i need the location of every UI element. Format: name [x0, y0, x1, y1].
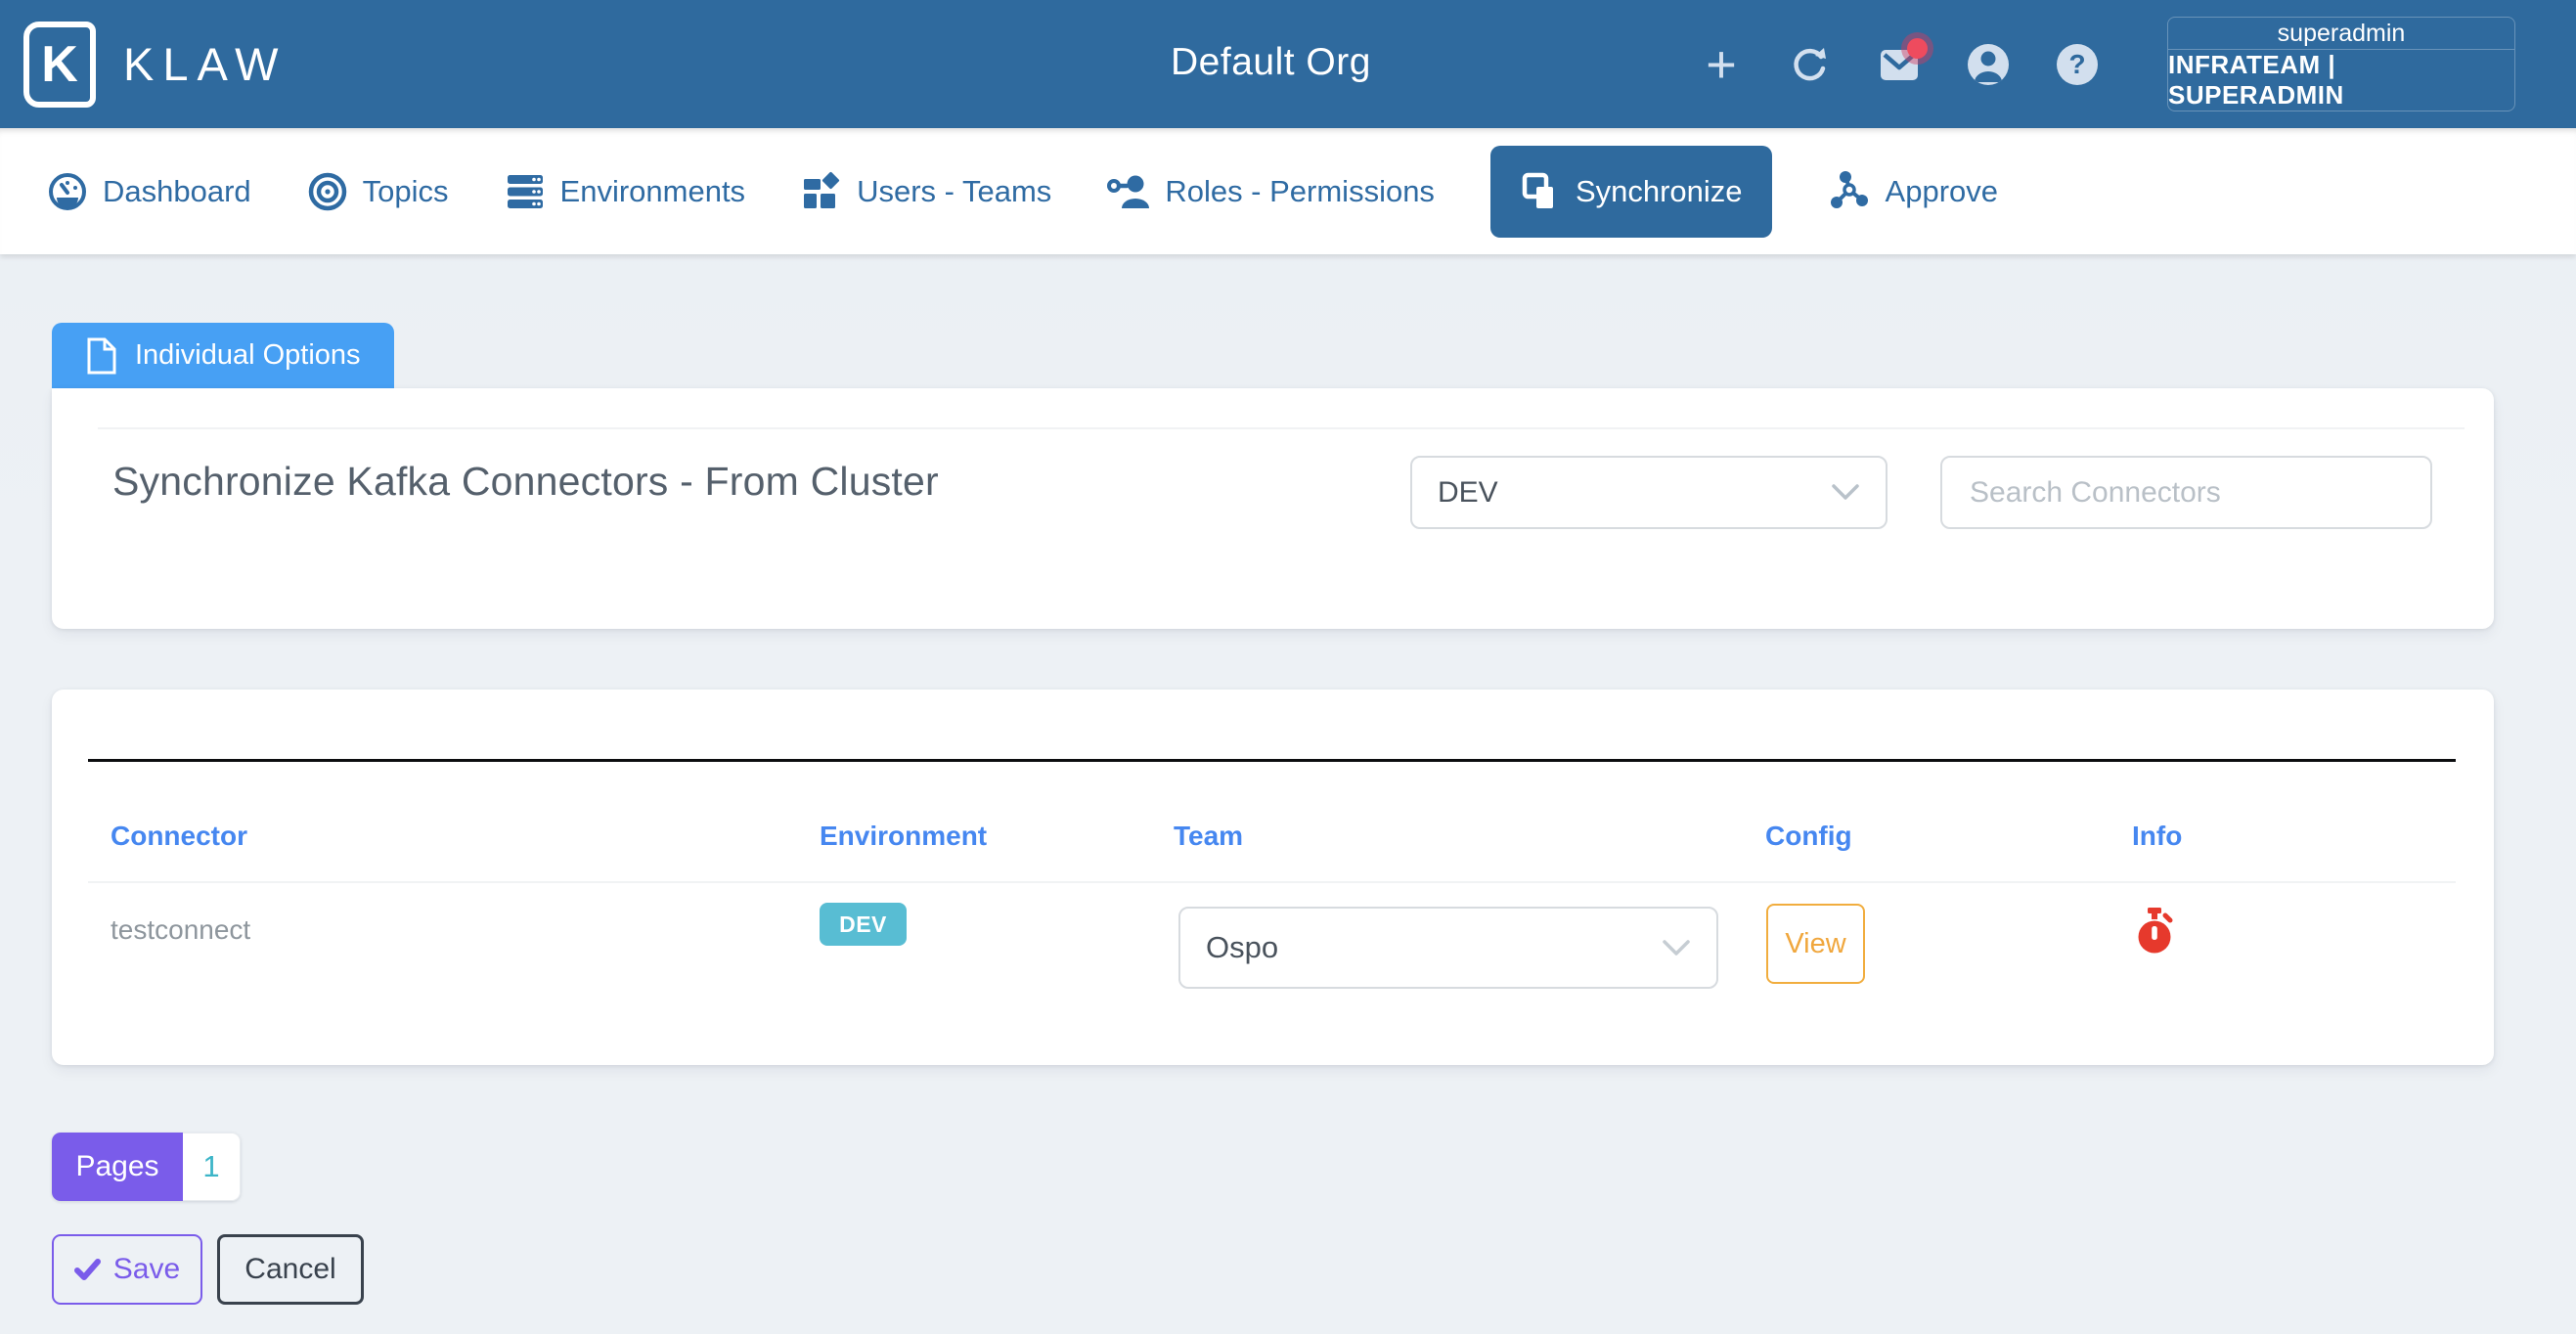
nav-item-label: Approve [1886, 174, 1998, 209]
user-menu[interactable]: superadmin INFRATEAM | SUPERADMIN [2167, 17, 2515, 111]
nav-item-topics[interactable]: Topics [307, 171, 449, 212]
cancel-button[interactable]: Cancel [217, 1234, 364, 1305]
top-navbar: K KLAW Default Org + [0, 0, 2576, 128]
column-header-connector: Connector [111, 821, 247, 852]
nav-item-label: Synchronize [1576, 174, 1743, 209]
klaw-logo[interactable]: K [23, 22, 96, 108]
users-teams-icon [801, 171, 842, 212]
save-button[interactable]: Save [52, 1234, 202, 1305]
nav-item-dashboard[interactable]: Dashboard [47, 171, 251, 212]
nav-item-users-teams[interactable]: Users - Teams [801, 171, 1051, 212]
nav-item-approve[interactable]: Approve [1828, 170, 1998, 213]
roles-permissions-icon [1107, 171, 1150, 212]
info-status-button[interactable] [2132, 907, 2177, 957]
nav-item-label: Roles - Permissions [1165, 174, 1435, 209]
page-content: Individual Options Synchronize Kafka Con… [0, 254, 2576, 1305]
connectors-table-card: Connector Environment Team Config Info t… [52, 689, 2494, 1065]
table-top-rule [88, 759, 2456, 762]
approve-icon [1828, 170, 1871, 213]
column-header-team: Team [1174, 821, 1243, 852]
help-icon: ? [2055, 42, 2100, 87]
notification-badge-dot [1907, 38, 1928, 59]
team-select-value: Ospo [1206, 930, 1278, 965]
view-config-button[interactable]: View [1766, 904, 1865, 984]
row-divider [88, 881, 2456, 883]
environment-badge: DEV [820, 903, 907, 946]
refresh-button[interactable] [1788, 42, 1833, 87]
stopwatch-icon [2132, 907, 2177, 957]
environments-icon [505, 171, 546, 212]
team-role: INFRATEAM | SUPERADMIN [2168, 50, 2514, 111]
page-number[interactable]: 1 [183, 1133, 241, 1201]
file-icon [85, 336, 118, 376]
nav-item-label: Environments [560, 174, 746, 209]
plus-icon: + [1706, 45, 1737, 84]
chevron-down-icon [1831, 483, 1860, 502]
add-button[interactable]: + [1699, 42, 1744, 87]
connector-name: testconnect [111, 914, 250, 946]
nav-item-synchronize[interactable]: Synchronize [1490, 146, 1772, 238]
column-header-info: Info [2132, 821, 2182, 852]
check-icon [74, 1258, 101, 1281]
nav-item-label: Users - Teams [857, 174, 1051, 209]
topics-icon [307, 171, 348, 212]
sync-header-card: Synchronize Kafka Connectors - From Clus… [52, 388, 2494, 629]
nav-item-label: Dashboard [103, 174, 251, 209]
help-button[interactable]: ? [2055, 42, 2100, 87]
svg-text:?: ? [2068, 49, 2085, 79]
synchronize-icon [1520, 171, 1561, 212]
environment-select[interactable]: DEV [1410, 456, 1888, 529]
nav-item-label: Topics [363, 174, 449, 209]
navbar-icon-group: + [1699, 0, 2100, 128]
environment-select-value: DEV [1438, 476, 1498, 510]
user-icon [1966, 42, 2011, 87]
pagination: Pages 1 [52, 1133, 241, 1201]
save-button-label: Save [113, 1253, 180, 1286]
team-select[interactable]: Ospo [1178, 907, 1718, 989]
form-actions: Save Cancel [52, 1234, 2576, 1305]
brand-name: KLAW [123, 37, 287, 91]
tab-individual-options[interactable]: Individual Options [52, 323, 394, 388]
nav-item-environments[interactable]: Environments [505, 171, 746, 212]
column-header-environment: Environment [820, 821, 987, 852]
profile-button[interactable] [1966, 42, 2011, 87]
pages-button[interactable]: Pages [52, 1133, 183, 1201]
notifications-button[interactable] [1877, 42, 1922, 87]
chevron-down-icon [1662, 939, 1691, 957]
card-divider [98, 427, 2465, 429]
dashboard-icon [47, 171, 88, 212]
org-title: Default Org [1171, 41, 1371, 84]
page-title: Synchronize Kafka Connectors - From Clus… [112, 459, 939, 505]
username: superadmin [2278, 20, 2406, 48]
nav-item-roles-permissions[interactable]: Roles - Permissions [1107, 171, 1435, 212]
search-connectors-input[interactable] [1940, 456, 2432, 529]
section-tab-label: Individual Options [135, 339, 361, 372]
main-nav: Dashboard Topics Environments Users - Te… [0, 128, 2576, 254]
refresh-icon [1789, 43, 1832, 86]
column-header-config: Config [1765, 821, 1852, 852]
klaw-logo-letter: K [41, 35, 78, 94]
